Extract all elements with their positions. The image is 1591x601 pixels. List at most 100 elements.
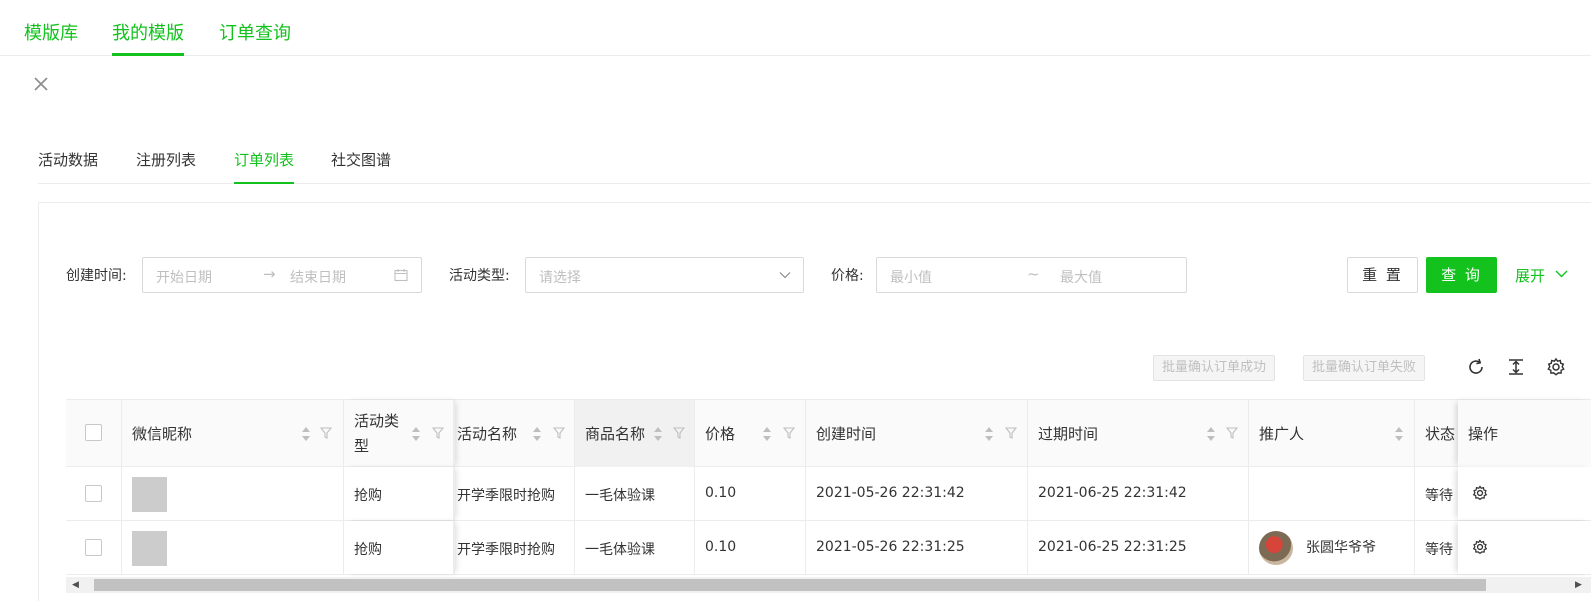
avatar-placeholder xyxy=(132,477,167,512)
activity-name-cell: 开学季限时抢购 xyxy=(454,521,575,574)
range-separator: ~ xyxy=(1027,265,1040,283)
promoter-name: 张圆华爷爷 xyxy=(1306,540,1376,556)
activity-type-label: 活动类型: xyxy=(449,268,510,284)
scroll-left-icon[interactable]: ◀ xyxy=(72,580,79,590)
tab-social-graph[interactable]: 社交图谱 xyxy=(331,149,391,170)
filter-icon[interactable] xyxy=(1005,426,1017,440)
close-icon-glyph xyxy=(34,77,48,91)
tab-registration-list[interactable]: 注册列表 xyxy=(136,149,196,170)
activity-name-cell: 开学季限时抢购 xyxy=(454,467,575,520)
col-activity-type[interactable]: 活动类 型 xyxy=(344,400,454,467)
scroll-right-icon[interactable]: ▶ xyxy=(1575,580,1582,590)
created-time-cell: 2021-05-26 22:31:25 xyxy=(806,521,1028,574)
reset-button[interactable]: 重 置 xyxy=(1347,257,1418,293)
sort-icon[interactable] xyxy=(301,425,311,443)
col-created-time[interactable]: 创建时间 xyxy=(806,400,1028,467)
created-time-label: 创建时间: xyxy=(66,268,127,284)
scrollbar-thumb[interactable] xyxy=(94,579,1486,591)
cell-text: 0.10 xyxy=(705,485,737,501)
col-status[interactable]: 状态 xyxy=(1415,400,1458,467)
sort-icon[interactable] xyxy=(1206,425,1216,443)
refresh-icon[interactable] xyxy=(1465,356,1487,378)
filter-icon[interactable] xyxy=(553,426,565,440)
price-range-input[interactable]: 最小值 ~ 最大值 xyxy=(876,257,1187,293)
min-price-input[interactable]: 最小值 xyxy=(890,267,932,287)
filter-icon[interactable] xyxy=(320,426,332,440)
col-wechat-nickname[interactable]: 微信昵称 xyxy=(122,400,344,467)
tab-order-list[interactable]: 订单列表 xyxy=(234,149,295,184)
col-product-name[interactable]: 商品名称 xyxy=(575,400,695,467)
row-checkbox[interactable] xyxy=(85,539,102,556)
promoter-avatar xyxy=(1259,531,1293,565)
gear-icon[interactable] xyxy=(1545,356,1567,378)
batch-confirm-success-button[interactable]: 批量确认订单成功 xyxy=(1153,355,1276,381)
expand-toggle[interactable]: 展开 xyxy=(1515,265,1568,286)
calendar-icon xyxy=(394,269,408,282)
nav-order-query[interactable]: 订单查询 xyxy=(219,19,291,45)
tab-activity-data[interactable]: 活动数据 xyxy=(38,149,98,170)
product-name-cell: 一毛体验课 xyxy=(575,467,695,520)
sort-icon[interactable] xyxy=(762,425,772,443)
query-button[interactable]: 查 询 xyxy=(1426,257,1497,293)
expand-label: 展开 xyxy=(1515,267,1546,285)
top-navigation: 模版库 我的模版 订单查询 xyxy=(0,0,1591,56)
cell-text: 2021-06-25 22:31:42 xyxy=(1038,485,1187,501)
col-promoter[interactable]: 推广人 xyxy=(1249,400,1415,467)
header-label: 活动名称 xyxy=(457,425,518,443)
cell-text: 一毛体验课 xyxy=(585,542,655,558)
max-price-input[interactable]: 最大值 xyxy=(1060,267,1102,287)
gear-icon[interactable] xyxy=(1471,484,1489,502)
actions-cell xyxy=(1458,521,1591,574)
filter-icon[interactable] xyxy=(432,426,444,440)
col-expire-time[interactable]: 过期时间 xyxy=(1028,400,1249,467)
created-time-cell: 2021-05-26 22:31:42 xyxy=(806,467,1028,520)
header-label-line1: 活动类 xyxy=(354,412,400,430)
expire-time-cell: 2021-06-25 22:31:42 xyxy=(1028,467,1249,520)
sort-icon[interactable] xyxy=(532,425,542,443)
cell-text: 抢购 xyxy=(354,542,382,558)
sort-icon[interactable] xyxy=(411,425,421,443)
table-row[interactable]: 抢购 开学季限时抢购 一毛体验课 0.10 2021-05-26 22:31:4… xyxy=(66,467,1591,521)
batch-confirm-fail-button[interactable]: 批量确认订单失败 xyxy=(1303,355,1426,381)
filter-icon[interactable] xyxy=(673,426,685,440)
sort-icon[interactable] xyxy=(1394,425,1404,443)
row-select-cell xyxy=(66,521,122,574)
column-height-icon[interactable] xyxy=(1505,356,1527,378)
avatar-placeholder xyxy=(132,531,167,566)
status-cell: 等待 xyxy=(1415,521,1458,574)
header-label: 创建时间 xyxy=(816,425,877,443)
product-name-cell: 一毛体验课 xyxy=(575,521,695,574)
nav-template-library[interactable]: 模版库 xyxy=(24,19,78,45)
table-header: 微信昵称 活动类 型 活动名称 商品名称 价格 创建时间 过期时间 推广人 状态… xyxy=(66,399,1591,467)
table-row[interactable]: 抢购 开学季限时抢购 一毛体验课 0.10 2021-05-26 22:31:2… xyxy=(66,521,1591,575)
start-date-input[interactable]: 开始日期 xyxy=(156,267,212,287)
arrow-right-icon: → xyxy=(263,265,276,283)
horizontal-scrollbar[interactable]: ◀ ▶ xyxy=(66,577,1591,593)
sort-icon[interactable] xyxy=(984,425,994,443)
activity-type-select[interactable]: 请选择 xyxy=(525,257,804,293)
cell-text: 一毛体验课 xyxy=(585,488,655,504)
activity-type-cell: 抢购 xyxy=(344,521,454,574)
orders-table: 微信昵称 活动类 型 活动名称 商品名称 价格 创建时间 过期时间 推广人 状态… xyxy=(66,399,1591,575)
sort-icon[interactable] xyxy=(653,425,663,443)
end-date-input[interactable]: 结束日期 xyxy=(290,267,346,287)
nav-my-templates[interactable]: 我的模版 xyxy=(112,19,184,56)
nickname-cell xyxy=(122,467,344,520)
cell-text: 2021-06-25 22:31:25 xyxy=(1038,539,1187,555)
price-cell: 0.10 xyxy=(695,467,806,520)
col-activity-name[interactable]: 活动名称 xyxy=(454,400,575,467)
header-label: 状态 xyxy=(1425,425,1456,443)
col-actions: 操作 xyxy=(1458,400,1591,467)
close-icon[interactable] xyxy=(30,73,52,95)
date-range-picker[interactable]: 开始日期 → 结束日期 xyxy=(142,257,422,293)
filter-icon[interactable] xyxy=(1226,426,1238,440)
filter-icon[interactable] xyxy=(783,426,795,440)
activity-type-placeholder: 请选择 xyxy=(539,270,581,286)
gear-icon[interactable] xyxy=(1471,538,1489,556)
select-all-checkbox[interactable] xyxy=(85,424,102,441)
promoter-cell xyxy=(1249,467,1415,520)
cell-text: 0.10 xyxy=(705,539,737,555)
col-price[interactable]: 价格 xyxy=(695,400,806,467)
row-checkbox[interactable] xyxy=(85,485,102,502)
expire-time-cell: 2021-06-25 22:31:25 xyxy=(1028,521,1249,574)
